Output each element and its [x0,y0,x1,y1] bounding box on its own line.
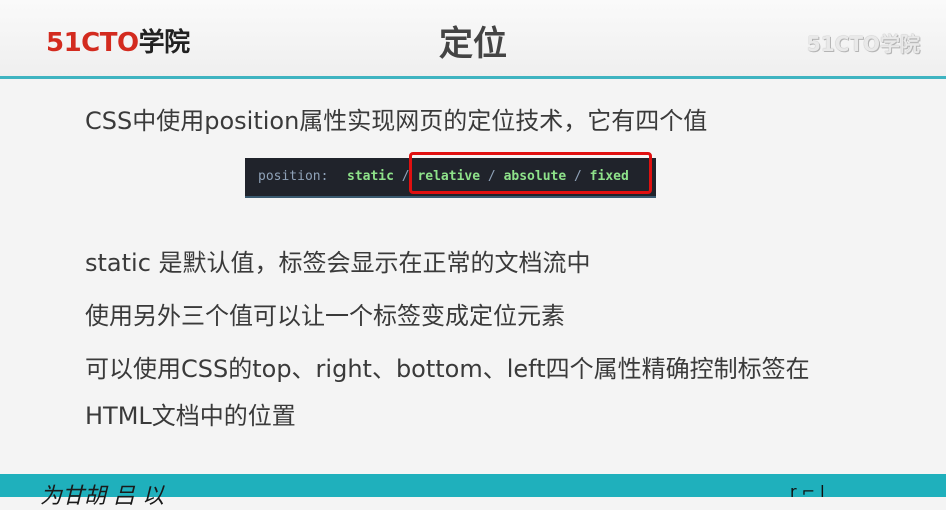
body-line-offsets: 可以使用CSS的top、right、bottom、left四个属性精确控制标签在 [85,355,810,383]
code-value-static: static [347,169,394,184]
body-line-positioned: 使用另外三个值可以让一个标签变成定位元素 [85,302,565,330]
highlight-box [409,152,652,194]
slide-header: 51CTO学院 定位 51CTO学院 [0,0,946,76]
header-divider [0,76,946,79]
code-property: position: [258,169,329,184]
intro-text: CSS中使用position属性实现网页的定位技术，它有四个值 [85,107,708,135]
brand-logo-right: 51CTO学院 [806,32,920,56]
handwritten-mark: r ⌐ l [790,482,825,501]
handwritten-annotation: 为甘胡 吕 以 [40,484,164,509]
body-line-document: HTML文档中的位置 [85,402,296,430]
body-line-static: static 是默认值，标签会显示在正常的文档流中 [85,249,591,277]
slide-title: 定位 [439,24,507,64]
